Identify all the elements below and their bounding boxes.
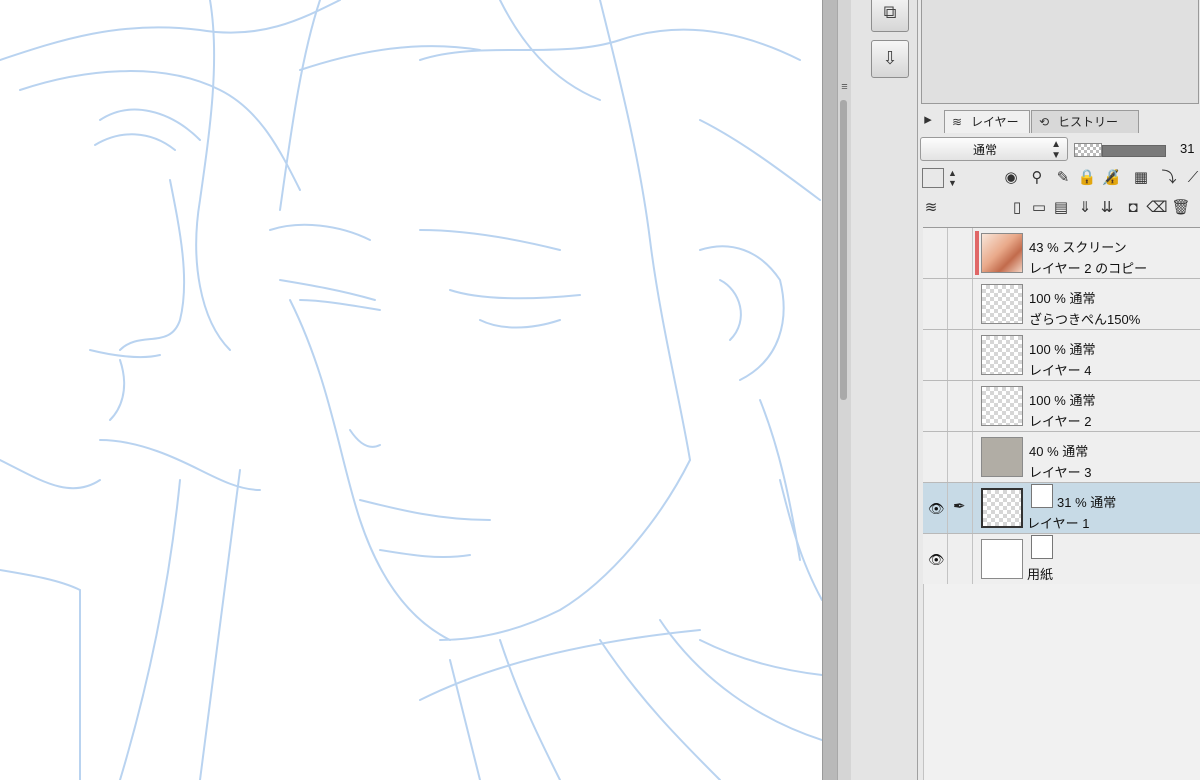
layer-list-empty-area [923,584,1200,780]
import-button[interactable]: ⇩ [871,40,909,78]
clipping-indicator [975,231,979,275]
layer-thumbnail [981,284,1023,324]
lock-toggle[interactable] [948,330,973,380]
lock-toggle[interactable]: ✒ [948,483,973,533]
layer-thumbnail [981,233,1023,273]
layer-opacity-mode: 40 % 通常 [1029,444,1089,459]
layer-thumbnail [981,335,1023,375]
layer-list: 43 % スクリーン レイヤー 2 のコピー 100 % 通常 ざらつきぺん15… [923,227,1200,585]
layer-opacity-mode: 100 % 通常 [1029,291,1096,306]
layer-action-toolbar: ≋ ▯ ▭ ▤ ⇓ ⇊ ◘ ⌫ 🗑 [918,195,1200,223]
drawing-canvas[interactable] [0,0,823,780]
layer-thumbnail [981,488,1023,528]
tab-layer[interactable]: ≋ レイヤー [944,110,1030,133]
blend-row: 通常 ▲ ▼ 31 [918,137,1200,163]
color-layer-icon [1031,484,1053,508]
layer-name: 用紙 [1027,567,1054,582]
ruler-icon[interactable]: ⟋ [1182,167,1200,189]
layer-row[interactable]: 100 % 通常 レイヤー 2 [923,381,1200,432]
canvas-gutter [823,0,837,780]
visibility-toggle[interactable]: 👁 [923,534,948,584]
layer-color-swatch[interactable] [922,168,944,188]
new-raster-layer-icon[interactable]: ▯ [1006,197,1028,219]
layers-icon: ≋ [951,115,963,129]
tool-strip: ⧉ ⇩ [851,0,918,780]
paper-layer-icon [1031,535,1053,559]
eye-icon[interactable]: 👁 [928,553,945,566]
chevron-updown-icon: ▲ ▼ [1051,139,1061,161]
pencil-color-icon[interactable]: ✎ [1052,167,1074,189]
lock-transparency-icon[interactable]: 🔏 [1100,167,1122,189]
visibility-toggle[interactable] [923,381,948,431]
lock-toggle[interactable] [948,534,973,584]
panel-tabs: ▸ ≋ レイヤー ⟲ ヒストリー [918,110,1200,134]
draft-layer-icon[interactable]: ⚲ [1026,167,1048,189]
visibility-toggle[interactable] [923,228,948,278]
layer-row[interactable]: 100 % 通常 レイヤー 4 [923,330,1200,381]
transfer-down-icon[interactable]: ⇊ [1096,197,1118,219]
layer-name: ざらつきぺん150% [1029,312,1141,327]
merge-down-icon[interactable]: ⇓ [1074,197,1096,219]
layer-opacity-mode: 31 % 通常 [1057,495,1117,510]
layer-property-toolbar: ▲ ▼ ◉ ⚲ ✎ 🔒 🔏 ▦ ⤵ ⟋ [918,165,1200,193]
reference-layer-icon[interactable]: ◉ [1000,167,1022,189]
layer-row[interactable]: 40 % 通常 レイヤー 3 [923,432,1200,483]
visibility-toggle[interactable] [923,330,948,380]
visibility-toggle[interactable] [923,432,948,482]
clip-icon[interactable]: ⤵ [1158,167,1180,189]
layer-name: レイヤー 2 のコピー [1029,261,1148,276]
layer-name: レイヤー 1 [1027,516,1090,531]
delete-layer-icon[interactable]: 🗑 [1170,197,1192,219]
lock-icon[interactable]: 🔒 [1076,167,1098,189]
panel-menu-icon[interactable]: ▸ [920,109,936,131]
layer-mask-icon[interactable]: ◘ [1122,197,1144,219]
layer-row[interactable]: 👁 用紙 [923,534,1200,585]
new-folder-icon[interactable]: ▤ [1050,197,1072,219]
layer-row[interactable]: 43 % スクリーン レイヤー 2 のコピー [923,228,1200,279]
folder-import-icon: ⇩ [882,48,898,68]
chevron-updown-icon[interactable]: ▲ ▼ [948,168,957,188]
layer-name: レイヤー 2 [1029,414,1092,429]
layer-thumbnail [981,386,1023,426]
opacity-value[interactable]: 31 [1180,141,1194,156]
visibility-toggle[interactable]: 👁 [923,483,948,533]
blend-mode-select[interactable]: 通常 ▲ ▼ [920,137,1068,161]
copy-icon: ⧉ [883,2,897,22]
navigator-panel [921,0,1199,104]
layer-panel: ▸ ≋ レイヤー ⟲ ヒストリー 通常 ▲ ▼ 31 ▲ ▼ ◉ ⚲ ✎ 🔒 🔏 ▦… [918,0,1200,780]
sketch-artwork [0,0,822,780]
layer-opacity-mode: 100 % 通常 [1029,342,1096,357]
lock-toggle[interactable] [948,279,973,329]
history-icon: ⟲ [1038,115,1050,129]
layer-name: レイヤー 3 [1029,465,1092,480]
new-vector-layer-icon[interactable]: ▭ [1028,197,1050,219]
splitter-grip-icon[interactable]: ≡ [840,80,849,94]
layer-name: レイヤー 4 [1029,363,1092,378]
opacity-slider[interactable] [1102,145,1166,157]
layers-icon: ≋ [924,199,938,216]
tab-history[interactable]: ⟲ ヒストリー [1031,110,1139,133]
eye-icon[interactable]: 👁 [928,502,945,515]
layer-opacity-mode: 100 % 通常 [1029,393,1096,408]
lock-toggle[interactable] [948,228,973,278]
blend-mode-value: 通常 [973,143,998,157]
clear-icon[interactable]: ⌫ [1146,197,1168,219]
copy-button[interactable]: ⧉ [871,0,909,32]
layer-thumbnail [981,437,1023,477]
pen-icon: ✒ [953,498,966,515]
mask-icon[interactable]: ▦ [1130,167,1152,189]
lock-toggle[interactable] [948,381,973,431]
vertical-scrollbar-thumb[interactable] [840,100,847,400]
layer-row[interactable]: 100 % 通常 ざらつきぺん150% [923,279,1200,330]
opacity-preview-icon [1074,143,1102,157]
visibility-toggle[interactable] [923,279,948,329]
layer-thumbnail [981,539,1023,579]
lock-toggle[interactable] [948,432,973,482]
layer-row-selected[interactable]: 👁 ✒ 31 % 通常 レイヤー 1 [923,483,1200,534]
layer-opacity-mode: 43 % スクリーン [1029,240,1127,255]
